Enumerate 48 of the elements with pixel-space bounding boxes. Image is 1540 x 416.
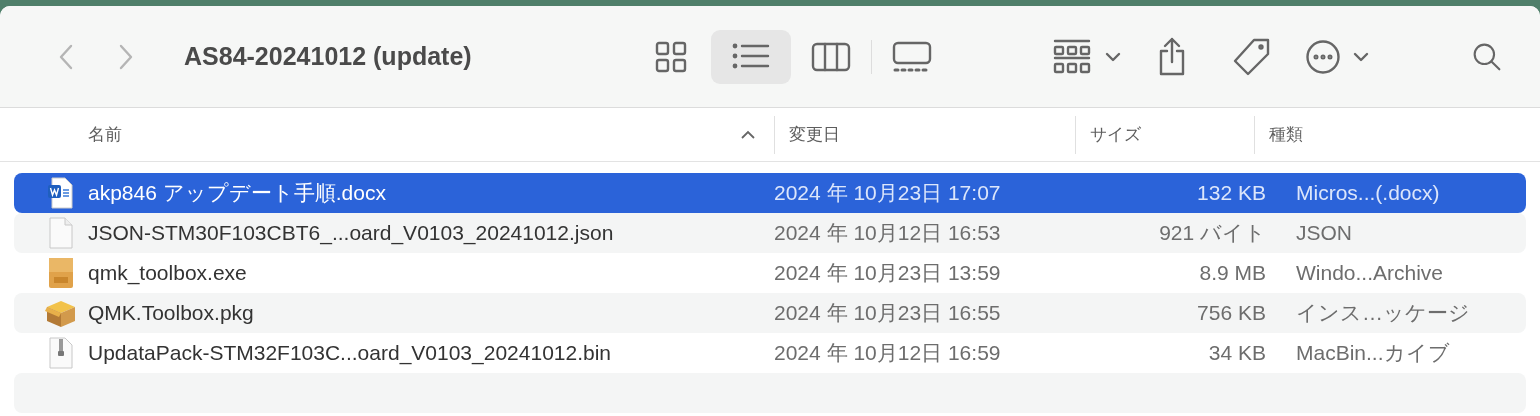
modified-date: 2024 年 10月12日 16:59	[774, 340, 1002, 367]
executable-icon	[48, 257, 74, 289]
modified-date: 2024 年 10月23日 17:07	[774, 180, 1002, 207]
file-type: JSON	[1296, 220, 1352, 247]
file-size: 132 KB	[1197, 181, 1266, 205]
window-title: AS84-20241012 (update)	[184, 40, 472, 72]
columns-icon	[811, 40, 851, 73]
file-type: Micros...(.docx)	[1296, 180, 1440, 207]
view-button[interactable]	[711, 29, 791, 84]
file-size: 921 バイト	[1159, 221, 1266, 245]
grid-icon	[655, 40, 687, 73]
file-size: 34 KB	[1208, 341, 1266, 365]
forward-icon	[118, 42, 134, 71]
file-size: 8.9 MB	[1199, 261, 1266, 285]
column-header[interactable]: 種類	[1269, 108, 1495, 161]
sort-ascending-icon	[740, 129, 756, 140]
group-icon	[1053, 38, 1091, 75]
file-row[interactable]: akp846 アップデート手順.docx 2024 年 10月23日 17:07 132 KB Micros...(.docx)	[14, 173, 1526, 213]
binary-file-icon	[48, 337, 74, 369]
back-icon	[58, 42, 74, 71]
file-type: インス…ッケージ	[1296, 300, 1470, 327]
modified-date: 2024 年 10月12日 16:53	[774, 220, 1002, 247]
chevron-down-icon	[1105, 51, 1121, 62]
file-type: MacBin...カイブ	[1296, 340, 1450, 367]
chevron-down-icon	[1353, 51, 1369, 62]
share-icon	[1157, 36, 1187, 77]
column-header[interactable]: 変更日	[789, 108, 1075, 161]
file-name: akp846 アップデート手順.docx	[88, 180, 387, 207]
column-header[interactable]: 名前	[88, 108, 774, 161]
gallery-icon	[892, 40, 932, 73]
file-size: 756 KB	[1197, 301, 1266, 325]
more-icon	[1305, 38, 1341, 75]
modified-date: 2024 年 10月23日 16:55	[774, 300, 1002, 327]
word-document-icon	[48, 177, 74, 209]
file-name: qmk_toolbox.exe	[88, 260, 248, 287]
package-icon	[45, 298, 77, 328]
file-name: UpdataPack-STM32F103C...oard_V0103_20241012.bin	[88, 340, 613, 367]
file-name: QMK.Toolbox.pkg	[88, 300, 255, 327]
file-row[interactable]: UpdataPack-STM32F103C...oard_V0103_20241012.bin 2024 年 10月12日 16:59 34 KB MacBin...カイブ	[14, 333, 1526, 373]
modified-date: 2024 年 10月23日 13:59	[774, 260, 1002, 287]
file-row[interactable]: QMK.Toolbox.pkg 2024 年 10月23日 16:55 756 KB インス…ッケージ	[14, 293, 1526, 333]
file-row[interactable]: qmk_toolbox.exe 2024 年 10月23日 13:59 8.9 MB Windo...Archive	[14, 253, 1526, 293]
file-name: JSON-STM30F103CBT6_...oard_V0103_20241012.json	[88, 220, 615, 247]
file-row[interactable]: JSON-STM30F103CBT6_...oard_V0103_20241012.json 2024 年 10月12日 16:53 921 バイト JSON	[14, 213, 1526, 253]
file-type: Windo...Archive	[1296, 260, 1444, 287]
column-header[interactable]: サイズ	[1090, 108, 1254, 161]
tag-icon	[1232, 36, 1272, 77]
document-icon	[48, 217, 74, 249]
